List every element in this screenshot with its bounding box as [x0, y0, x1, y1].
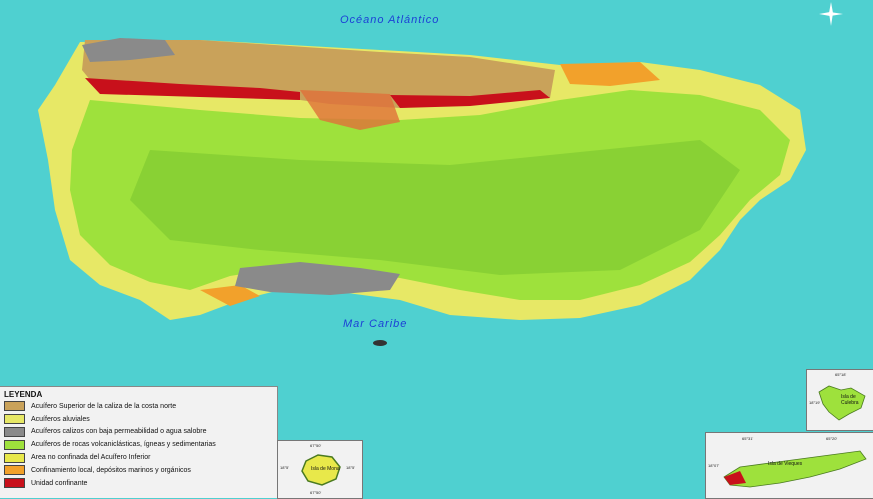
legend-swatch: [4, 465, 25, 476]
legend-item: Unidad confinante: [0, 477, 277, 490]
culebra-label: Isla de Culebra: [841, 394, 859, 406]
legend-item: Confinamiento local, depósitos marinos y…: [0, 464, 277, 477]
legend-item: Acuíferos aluviales: [0, 413, 277, 426]
vieques-top-coord-2: 65°20': [826, 436, 838, 441]
legend-item-label: Acuífero Superior de la caliza de la cos…: [31, 402, 177, 410]
legend-item: Area no confinada del Acuífero Inferior: [0, 451, 277, 464]
legend-item: Acuífero Superior de la caliza de la cos…: [0, 400, 277, 413]
legend-swatch: [4, 439, 25, 450]
legend-item-label: Confinamiento local, depósitos marinos y…: [31, 466, 191, 474]
vieques-inset: 65°31' 65°20' 18°07' Isla de Vieques: [705, 432, 873, 499]
legend-title: LEYENDA: [4, 390, 43, 399]
mona-right-coord: 18°5': [346, 465, 356, 470]
vieques-side-coord: 18°07': [708, 463, 720, 468]
mona-left-coord: 18°5': [280, 465, 290, 470]
legend-item-label: Acuíferos de rocas volcaniclásticas, ígn…: [31, 441, 216, 449]
culebra-top-coord: 65°18': [835, 372, 847, 377]
legend-item: Acuíferos calizos con baja permeabilidad…: [0, 426, 277, 439]
legend-item: Acuíferos de rocas volcaniclásticas, ígn…: [0, 438, 277, 451]
legend-swatch: [4, 414, 25, 425]
mona-inset: 67°50' 18°5' 18°5' 67°50' Isla de Mona: [277, 440, 363, 499]
legend-swatch: [4, 401, 25, 412]
legend-item-label: Acuíferos aluviales: [31, 415, 90, 423]
caja-de-muertos-island: [373, 340, 387, 346]
map-legend: LEYENDA Acuífero Superior de la caliza d…: [0, 386, 278, 498]
legend-item-label: Acuíferos calizos con baja permeabilidad…: [31, 428, 207, 436]
vieques-island-shape: [723, 450, 867, 488]
legend-swatch: [4, 452, 25, 463]
mona-label: Isla de Mona: [311, 466, 340, 472]
legend-item-label: Area no confinada del Acuífero Inferior: [31, 454, 151, 462]
vieques-top-coord-1: 65°31': [742, 436, 754, 441]
culebra-inset: 65°18' 18°19' Isla de Culebra: [806, 369, 873, 431]
legend-swatch: [4, 426, 25, 437]
vieques-label: Isla de Vieques: [768, 461, 803, 467]
legend-item-label: Unidad confinante: [31, 479, 88, 487]
mona-bottom-coord: 67°50': [310, 490, 322, 495]
legend-swatch: [4, 478, 25, 489]
mona-top-coord: 67°50': [310, 443, 322, 448]
